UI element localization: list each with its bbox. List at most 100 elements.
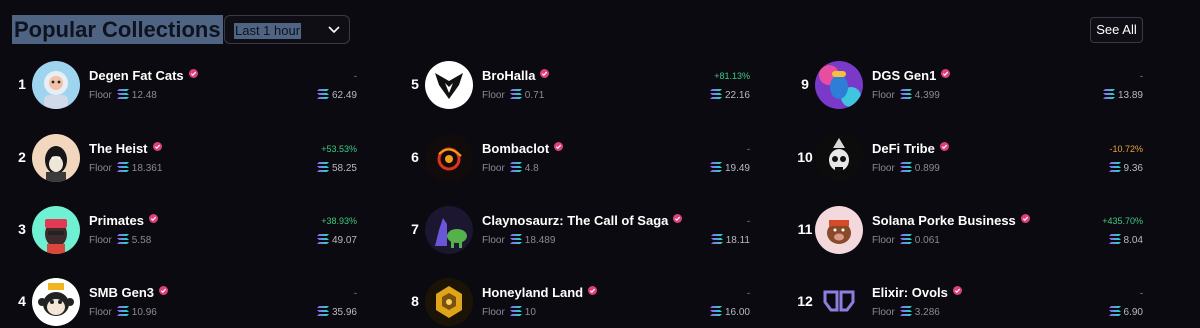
collection-name[interactable]: Honeyland Land xyxy=(482,285,598,300)
floor-value: 0.061 xyxy=(914,235,940,246)
collection-row[interactable]: 4 SMB Gen3 Floor 10.96 - 35.96 xyxy=(12,278,357,328)
collection-row[interactable]: 11 Solana Porke Business Floor 0.061 +435.70… xyxy=(795,206,1143,256)
solana-icon xyxy=(509,234,522,244)
collection-row[interactable]: 12 Elixir: Ovols Floor 3.286 - 6.90 xyxy=(795,278,1143,328)
bombaclot-icon[interactable] xyxy=(425,134,473,182)
solana-icon xyxy=(116,234,129,244)
cat-astronaut-icon[interactable] xyxy=(32,61,80,109)
price-change: +435.70% xyxy=(1102,216,1143,226)
floor-label: Floor xyxy=(872,163,895,174)
price-change: - xyxy=(747,144,750,154)
price-change: - xyxy=(354,288,357,298)
collection-row[interactable]: 1 Degen Fat Cats Floor 12.48 - 62.49 xyxy=(12,61,357,111)
solana-icon xyxy=(899,162,912,172)
collection-name[interactable]: DeFi Tribe xyxy=(872,141,949,156)
price-change: - xyxy=(1140,288,1143,298)
primate-icon[interactable] xyxy=(32,206,80,254)
volume: 19.49 xyxy=(709,162,750,174)
volume: 58.25 xyxy=(316,162,357,174)
rank-number: 4 xyxy=(18,293,26,309)
floor-value: 4.399 xyxy=(914,90,940,101)
honeycomb-icon[interactable] xyxy=(425,278,473,326)
floor-price: Floor 18.361 xyxy=(89,162,162,174)
rank-number: 6 xyxy=(411,149,419,165)
volume: 13.89 xyxy=(1102,89,1143,101)
pig-icon[interactable] xyxy=(815,206,863,254)
collection-name-text: Degen Fat Cats xyxy=(89,68,184,83)
floor-label: Floor xyxy=(872,90,895,101)
rank-number: 7 xyxy=(411,221,419,237)
volume: 6.90 xyxy=(1108,306,1143,318)
rank-number: 12 xyxy=(797,293,813,309)
floor-value: 12.48 xyxy=(131,90,157,101)
floor-label: Floor xyxy=(89,163,112,174)
floor-label: Floor xyxy=(482,90,505,101)
timeframe-value: Last 1 hour xyxy=(234,23,302,39)
price-change: - xyxy=(747,288,750,298)
timeframe-select[interactable]: Last 1 hour xyxy=(224,15,350,44)
collection-row[interactable]: 10 DeFi Tribe Floor 0.899 -10.72% 9.36 xyxy=(795,134,1143,184)
solana-icon xyxy=(1102,89,1115,99)
floor-price: Floor 10.96 xyxy=(89,306,157,318)
collection-row[interactable]: 8 Honeyland Land Floor 10 - 16.00 xyxy=(405,278,750,328)
owl-eyes-icon[interactable] xyxy=(815,278,863,326)
floor-value: 4.8 xyxy=(524,163,539,174)
collection-name[interactable]: DGS Gen1 xyxy=(872,68,951,83)
collection-row[interactable]: 5 BroHalla Floor 0.71 +81.13% 22.16 xyxy=(405,61,750,111)
volume-value: 9.36 xyxy=(1123,163,1143,174)
collection-row[interactable]: 2 The Heist Floor 18.361 +53.53% 58.25 xyxy=(12,134,357,184)
solana-icon xyxy=(899,234,912,244)
floor-price: Floor 18.489 xyxy=(482,234,555,246)
see-all-button[interactable]: See All xyxy=(1090,17,1143,43)
floor-value: 0.71 xyxy=(524,90,545,101)
collection-name[interactable]: Elixir: Ovols xyxy=(872,285,962,300)
verified-icon xyxy=(188,69,198,78)
floor-value: 10.96 xyxy=(131,307,157,318)
skull-warrior-icon[interactable] xyxy=(815,134,863,182)
solana-icon xyxy=(316,306,329,316)
solana-icon xyxy=(709,89,722,99)
brohalla-logo-icon[interactable] xyxy=(425,61,473,109)
solana-icon xyxy=(509,89,522,99)
collection-row[interactable]: 9 DGS Gen1 Floor 4.399 - 13.89 xyxy=(795,61,1143,111)
collection-name-text: The Heist xyxy=(89,141,148,156)
collection-name[interactable]: SMB Gen3 xyxy=(89,285,169,300)
monkey-icon[interactable] xyxy=(32,278,80,326)
collection-name-text: Primates xyxy=(89,213,144,228)
floor-price: Floor 0.061 xyxy=(872,234,940,246)
collection-row[interactable]: 3 Primates Floor 5.58 +38.93% 49.07 xyxy=(12,206,357,256)
volume-value: 8.04 xyxy=(1123,235,1143,246)
volume-value: 18.11 xyxy=(725,235,750,246)
floor-price: Floor 4.8 xyxy=(482,162,539,174)
verified-icon xyxy=(554,142,564,151)
collection-name[interactable]: Degen Fat Cats xyxy=(89,68,198,83)
collection-name[interactable]: Primates xyxy=(89,213,158,228)
verified-icon xyxy=(673,214,683,223)
volume: 16.00 xyxy=(709,306,750,318)
volume: 18.11 xyxy=(710,234,750,246)
floor-value: 5.58 xyxy=(131,235,152,246)
floor-value: 18.361 xyxy=(131,163,163,174)
floor-price: Floor 0.899 xyxy=(872,162,940,174)
collection-row[interactable]: 7 Claynosaurz: The Call of Saga Floor 18.48… xyxy=(405,206,750,256)
ape-heist-icon[interactable] xyxy=(32,134,80,182)
collection-name[interactable]: Claynosaurz: The Call of Saga xyxy=(482,213,683,228)
rank-number: 1 xyxy=(18,76,26,92)
rank-number: 10 xyxy=(797,149,813,165)
price-change: +53.53% xyxy=(321,144,357,154)
collection-name[interactable]: The Heist xyxy=(89,141,162,156)
collection-name[interactable]: Solana Porke Business xyxy=(872,213,1030,228)
solana-icon xyxy=(899,306,912,316)
solana-icon xyxy=(316,234,329,244)
floor-price: Floor 10 xyxy=(482,306,536,318)
collection-row[interactable]: 6 Bombaclot Floor 4.8 - 19.49 xyxy=(405,134,750,184)
verified-icon xyxy=(952,286,962,295)
collection-name-text: Elixir: Ovols xyxy=(872,285,948,300)
collection-name[interactable]: BroHalla xyxy=(482,68,550,83)
volume-value: 35.96 xyxy=(331,307,357,318)
dinosaur-icon[interactable] xyxy=(425,206,473,254)
collection-name[interactable]: Bombaclot xyxy=(482,141,564,156)
floor-label: Floor xyxy=(482,235,505,246)
genie-icon[interactable] xyxy=(815,61,863,109)
floor-value: 10 xyxy=(524,307,536,318)
